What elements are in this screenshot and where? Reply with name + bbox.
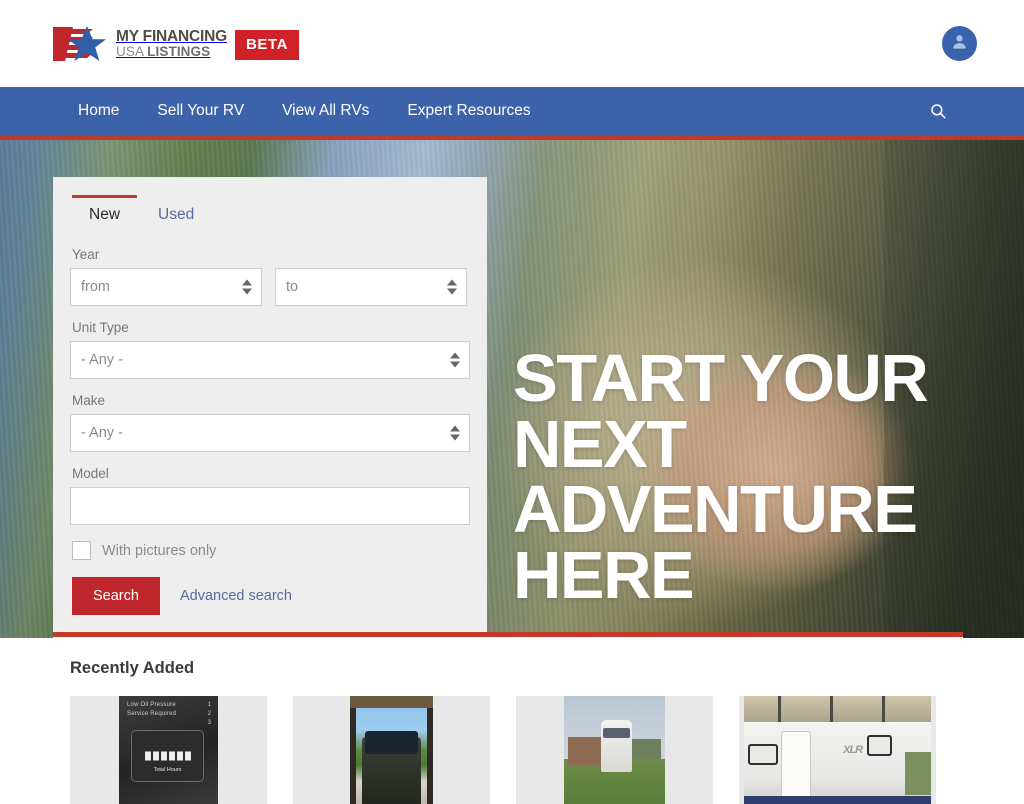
year-field-row: from to [70, 268, 470, 306]
meter-sub-label: Total Hours [153, 767, 182, 773]
pictures-only-label: With pictures only [102, 542, 217, 559]
nav-items: Home Sell Your RV View All RVs Expert Re… [70, 102, 550, 120]
year-to-value: to [286, 279, 299, 295]
unit-type-label: Unit Type [72, 320, 129, 335]
logo-wordmark: MY FINANCING USA LISTINGS [116, 27, 227, 59]
make-select[interactable]: - Any - [70, 414, 470, 452]
site-header: MY FINANCING USA LISTINGS BETA [0, 0, 1024, 87]
unit-type-select[interactable]: - Any - [70, 341, 470, 379]
hero-headline: START YOUR NEXT ADVENTURE HERE [513, 341, 929, 613]
pictures-only-row[interactable]: With pictures only [72, 541, 470, 560]
account-button[interactable] [942, 26, 977, 61]
make-stepper-icon[interactable] [450, 425, 460, 441]
recently-added-thumbnails: Low Oil Pressure Service Required 123 To… [70, 696, 946, 804]
year-to-input[interactable]: to [275, 268, 467, 306]
condition-tabs: New Used [70, 195, 470, 233]
main-navigation: Home Sell Your RV View All RVs Expert Re… [0, 87, 1024, 140]
listing-thumbnail-1[interactable]: Low Oil Pressure Service Required 123 To… [70, 696, 267, 804]
nav-item-sell-your-rv[interactable]: Sell Your RV [138, 102, 263, 120]
rv-search-panel: New Used Year from to Unit Type - Any - [53, 177, 487, 637]
search-actions: Search Advanced search [72, 577, 470, 615]
model-label: Model [72, 466, 109, 481]
meter-display-panel: Total Hours [131, 730, 204, 782]
model-field-row [70, 487, 470, 525]
unit-type-value: - Any - [81, 352, 123, 368]
make-label: Make [72, 393, 106, 408]
meter-number-column: 123 [207, 702, 211, 726]
year-from-stepper-icon[interactable] [242, 279, 252, 295]
user-avatar-icon [950, 32, 969, 56]
logo-line-2: USA LISTINGS [116, 43, 211, 59]
unit-type-stepper-icon[interactable] [450, 352, 460, 368]
tab-new[interactable]: New [70, 195, 139, 233]
year-from-value: from [81, 279, 110, 295]
logo-line-1: MY FINANCING [116, 27, 227, 45]
beta-badge: BETA [234, 29, 300, 60]
site-logo[interactable]: MY FINANCING USA LISTINGS [53, 23, 227, 65]
fifth-wheel-rv-on-grass-photo [564, 696, 665, 804]
year-from-input[interactable]: from [70, 268, 262, 306]
meter-overlay-text: Low Oil Pressure Service Required [127, 702, 177, 717]
search-button[interactable]: Search [72, 577, 160, 615]
make-value: - Any - [81, 425, 123, 441]
make-field-row: - Any - [70, 414, 470, 452]
logo-star-swoosh-icon [53, 23, 109, 65]
hero-banner: START YOUR NEXT ADVENTURE HERE SELL YOUR… [0, 140, 1024, 638]
nav-item-home[interactable]: Home [70, 102, 138, 120]
listing-thumbnail-2[interactable] [293, 696, 490, 804]
recently-added-title: Recently Added [70, 659, 195, 677]
advanced-search-link[interactable]: Advanced search [180, 588, 292, 604]
year-label: Year [72, 247, 100, 262]
pictures-only-checkbox[interactable] [72, 541, 91, 560]
unit-type-field-row: - Any - [70, 341, 470, 379]
listing-thumbnail-3[interactable] [516, 696, 713, 804]
rv-in-garage-doorway-photo [350, 696, 433, 804]
tab-used[interactable]: Used [139, 195, 213, 233]
year-to-stepper-icon[interactable] [447, 279, 457, 295]
listing-thumbnail-4[interactable]: XLR [739, 696, 936, 804]
model-input[interactable] [70, 487, 470, 525]
search-icon[interactable] [927, 100, 949, 122]
nav-item-expert-resources[interactable]: Expert Resources [388, 102, 549, 120]
recently-added-section: Recently Added Low Oil Pressure Service … [53, 632, 963, 804]
xlr-toy-hauler-under-carport-photo: XLR [744, 696, 931, 804]
engine-hour-meter-photo: Low Oil Pressure Service Required 123 To… [119, 696, 218, 804]
nav-item-view-all-rvs[interactable]: View All RVs [263, 102, 388, 120]
